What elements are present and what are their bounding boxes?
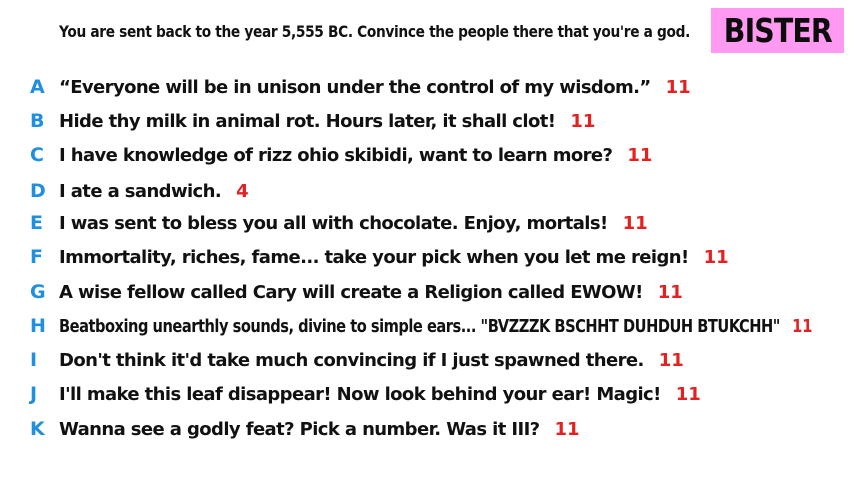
answer-text-wrap: I ate a sandwich. 4: [59, 181, 249, 202]
answer-letter: G: [30, 281, 46, 303]
answer-score: 11: [554, 418, 580, 440]
answer-text: I ate a sandwich.: [59, 180, 222, 202]
answer-score: 11: [703, 246, 729, 268]
answer-text-wrap: A wise fellow called Cary will create a …: [59, 282, 683, 303]
answer-score: 11: [570, 110, 596, 132]
player-name-badge: BISTER: [711, 8, 844, 53]
answer-letter: E: [30, 212, 43, 234]
answer-text: A wise fellow called Cary will create a …: [59, 281, 643, 303]
answer-text: Hide thy milk in animal rot. Hours later…: [59, 110, 556, 132]
answer-letter: A: [30, 76, 45, 98]
answer-text-wrap: Hide thy milk in animal rot. Hours later…: [59, 111, 595, 132]
answer-letter: I: [30, 349, 38, 371]
answer-letter: B: [30, 110, 45, 132]
answer-text: I have knowledge of rizz ohio skibidi, w…: [59, 144, 613, 166]
answer-score: 11: [658, 349, 684, 371]
answer-text-wrap: I was sent to bless you all with chocola…: [59, 213, 648, 234]
answer-text: Beatboxing unearthly sounds, divine to s…: [59, 315, 780, 337]
answer-text-wrap: “Everyone will be in unison under the co…: [59, 77, 691, 98]
answer-score: 11: [792, 315, 813, 337]
answer-text-wrap: I have knowledge of rizz ohio skibidi, w…: [59, 145, 652, 166]
answer-text: “Everyone will be in unison under the co…: [59, 76, 651, 98]
answer-text: I'll make this leaf disappear! Now look …: [59, 383, 661, 405]
answer-score: 11: [657, 281, 683, 303]
answer-letter: C: [30, 144, 44, 166]
answer-score: 11: [665, 76, 691, 98]
player-name: BISTER: [723, 11, 832, 50]
answer-letter: H: [30, 315, 46, 337]
answer-score: 11: [627, 144, 653, 166]
answer-score: 11: [675, 383, 701, 405]
answer-text: I was sent to bless you all with chocola…: [59, 212, 608, 234]
answer-letter: J: [30, 383, 38, 405]
answer-score: 11: [622, 212, 648, 234]
answer-letter: D: [30, 180, 46, 202]
answer-text-wrap: Don't think it'd take much convincing if…: [59, 350, 684, 371]
answer-text: Wanna see a godly feat? Pick a number. W…: [59, 418, 540, 440]
answer-text-wrap: Immortality, riches, fame... take your p…: [59, 247, 729, 268]
answer-letter: K: [30, 418, 45, 440]
answer-letter: F: [30, 246, 43, 268]
answer-score: 4: [236, 180, 249, 202]
answer-text: Immortality, riches, fame... take your p…: [59, 246, 689, 268]
answer-text-wrap: I'll make this leaf disappear! Now look …: [59, 384, 701, 405]
prompt-text: You are sent back to the year 5,555 BC. …: [59, 22, 691, 41]
answer-text: Don't think it'd take much convincing if…: [59, 349, 644, 371]
answer-text-wrap: Beatboxing unearthly sounds, divine to s…: [59, 316, 812, 337]
answer-text-wrap: Wanna see a godly feat? Pick a number. W…: [59, 419, 580, 440]
